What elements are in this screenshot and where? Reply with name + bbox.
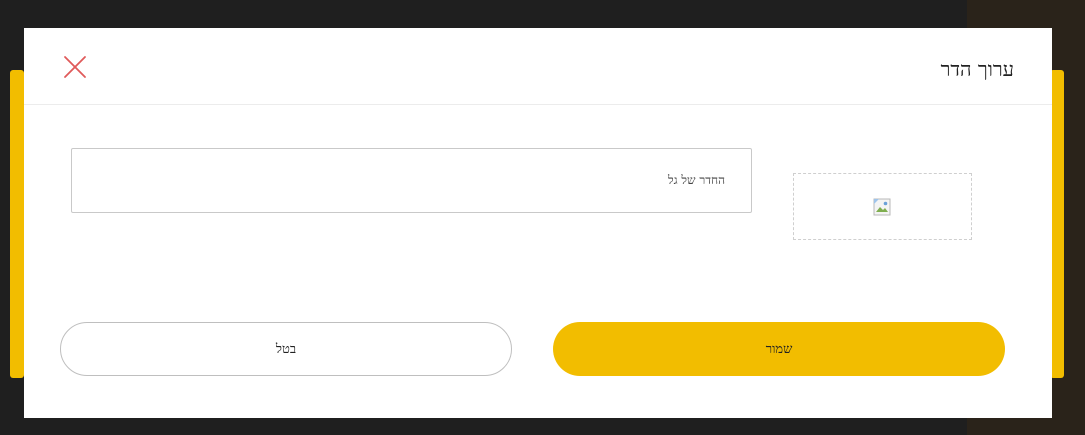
edit-room-dialog: ערוך הדר שמור בטל [24,28,1052,418]
save-button-label: שמור [765,342,793,357]
save-button[interactable]: שמור [553,322,1005,376]
close-icon [64,56,86,78]
broken-image-icon [873,198,891,216]
dialog-header: ערוך הדר [24,28,1052,105]
close-button[interactable] [62,54,88,80]
background-accent-left [10,70,24,378]
dialog-title: ערוך הדר [940,57,1014,81]
cancel-button[interactable]: בטל [60,322,512,376]
room-image-upload[interactable] [793,173,972,240]
cancel-button-label: בטל [275,342,297,357]
room-name-input[interactable] [71,148,752,213]
background-accent-right [1050,70,1064,378]
